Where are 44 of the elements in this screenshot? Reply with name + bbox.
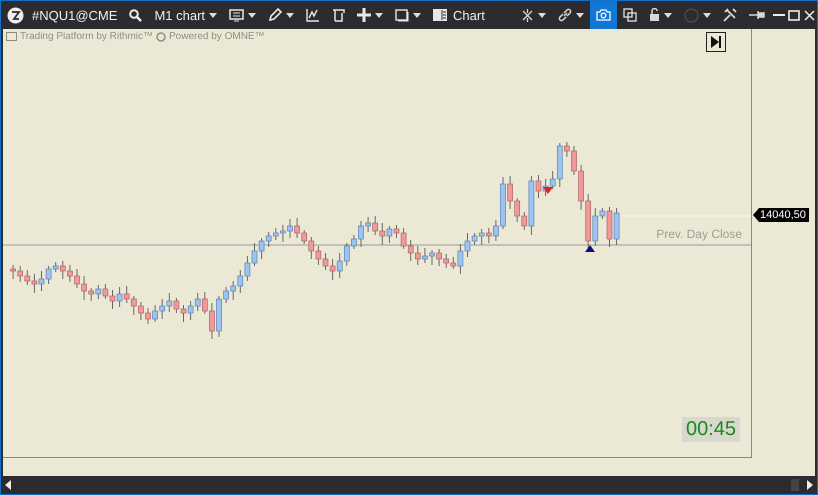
- caret-icon[interactable]: [286, 12, 294, 18]
- scroll-right-icon[interactable]: [807, 480, 813, 490]
- pin-icon[interactable]: [748, 10, 765, 20]
- branding-text: Powered by OMNE™: [169, 31, 265, 42]
- plus-icon[interactable]: [357, 8, 372, 22]
- caret-icon[interactable]: [375, 12, 384, 18]
- timeframe-dropdown[interactable]: M1 chart: [148, 1, 224, 29]
- minimize-icon[interactable]: [772, 14, 784, 16]
- search-icon[interactable]: [129, 8, 142, 22]
- ring-icon: [156, 32, 166, 42]
- monitor-icon[interactable]: [229, 8, 244, 22]
- buy-marker-icon: [585, 245, 595, 252]
- line-chart-icon[interactable]: [306, 8, 320, 22]
- prev-close-label: Prev. Day Close: [656, 227, 742, 241]
- caret-icon[interactable]: [209, 12, 218, 18]
- maximize-icon[interactable]: [788, 10, 800, 20]
- caret-icon[interactable]: [576, 12, 584, 18]
- skip-to-end-icon[interactable]: [710, 36, 722, 48]
- caret-icon[interactable]: [538, 12, 546, 18]
- copy-icon[interactable]: [622, 8, 637, 22]
- caret-icon[interactable]: [702, 12, 711, 18]
- logo-icon[interactable]: [7, 6, 24, 24]
- crosshair-icon[interactable]: [520, 8, 534, 22]
- sell-marker-icon: [543, 187, 553, 194]
- caret-icon[interactable]: [413, 12, 422, 18]
- columns-icon[interactable]: [433, 9, 448, 21]
- scroll-to-end-button[interactable]: [706, 32, 726, 52]
- lock-icon[interactable]: [648, 8, 660, 22]
- tools-icon[interactable]: [722, 8, 737, 22]
- caret-icon[interactable]: [248, 12, 256, 18]
- close-icon[interactable]: [804, 10, 815, 20]
- camera-icon[interactable]: [596, 9, 611, 21]
- branding-text: Trading Platform by Rithmic™: [20, 31, 153, 42]
- scroll-thumb[interactable]: [791, 479, 799, 491]
- window-icon[interactable]: [395, 8, 410, 22]
- bar-timer: 00:45: [682, 417, 740, 442]
- logo-icon: [6, 32, 17, 41]
- window-title: Chart: [453, 8, 486, 22]
- scroll-icon[interactable]: [332, 8, 346, 22]
- pencil-icon[interactable]: [268, 8, 282, 22]
- caret-icon[interactable]: [664, 12, 672, 18]
- link-icon[interactable]: [558, 8, 572, 22]
- symbol-label[interactable]: #NQU1@CME: [32, 8, 118, 22]
- scroll-left-icon[interactable]: [5, 480, 11, 490]
